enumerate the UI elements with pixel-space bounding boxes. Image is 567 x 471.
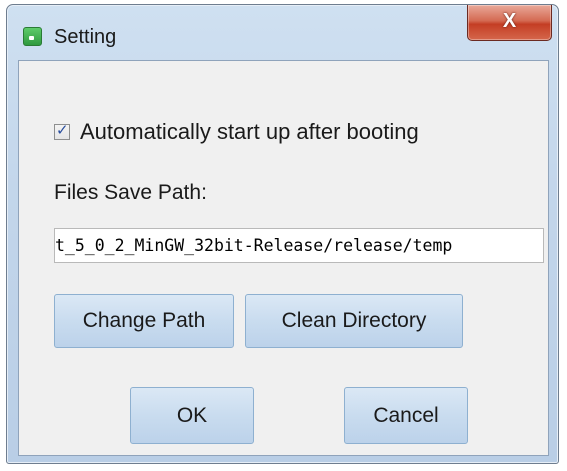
cancel-button[interactable]: Cancel	[344, 387, 468, 444]
autostart-checkbox[interactable]: ✓	[54, 122, 70, 140]
setting-dialog: Setting X ✓ Automatically start up after…	[6, 4, 559, 464]
ok-button[interactable]: OK	[130, 387, 254, 444]
title-bar[interactable]: Setting X	[7, 5, 558, 60]
app-icon	[23, 27, 42, 46]
change-path-button[interactable]: Change Path	[54, 294, 234, 348]
files-save-path-field[interactable]: t_5_0_2_MinGW_32bit-Release/release/temp	[54, 228, 544, 263]
dialog-body: ✓ Automatically start up after booting F…	[18, 60, 549, 456]
window-title: Setting	[54, 26, 117, 48]
close-button[interactable]: X	[467, 5, 552, 41]
files-save-path-label: Files Save Path:	[54, 181, 207, 204]
close-icon: X	[502, 10, 517, 32]
checkmark-icon: ✓	[56, 122, 69, 139]
clean-directory-button[interactable]: Clean Directory	[245, 294, 463, 348]
autostart-option[interactable]: ✓ Automatically start up after booting	[54, 117, 419, 147]
autostart-label[interactable]: Automatically start up after booting	[80, 119, 419, 145]
